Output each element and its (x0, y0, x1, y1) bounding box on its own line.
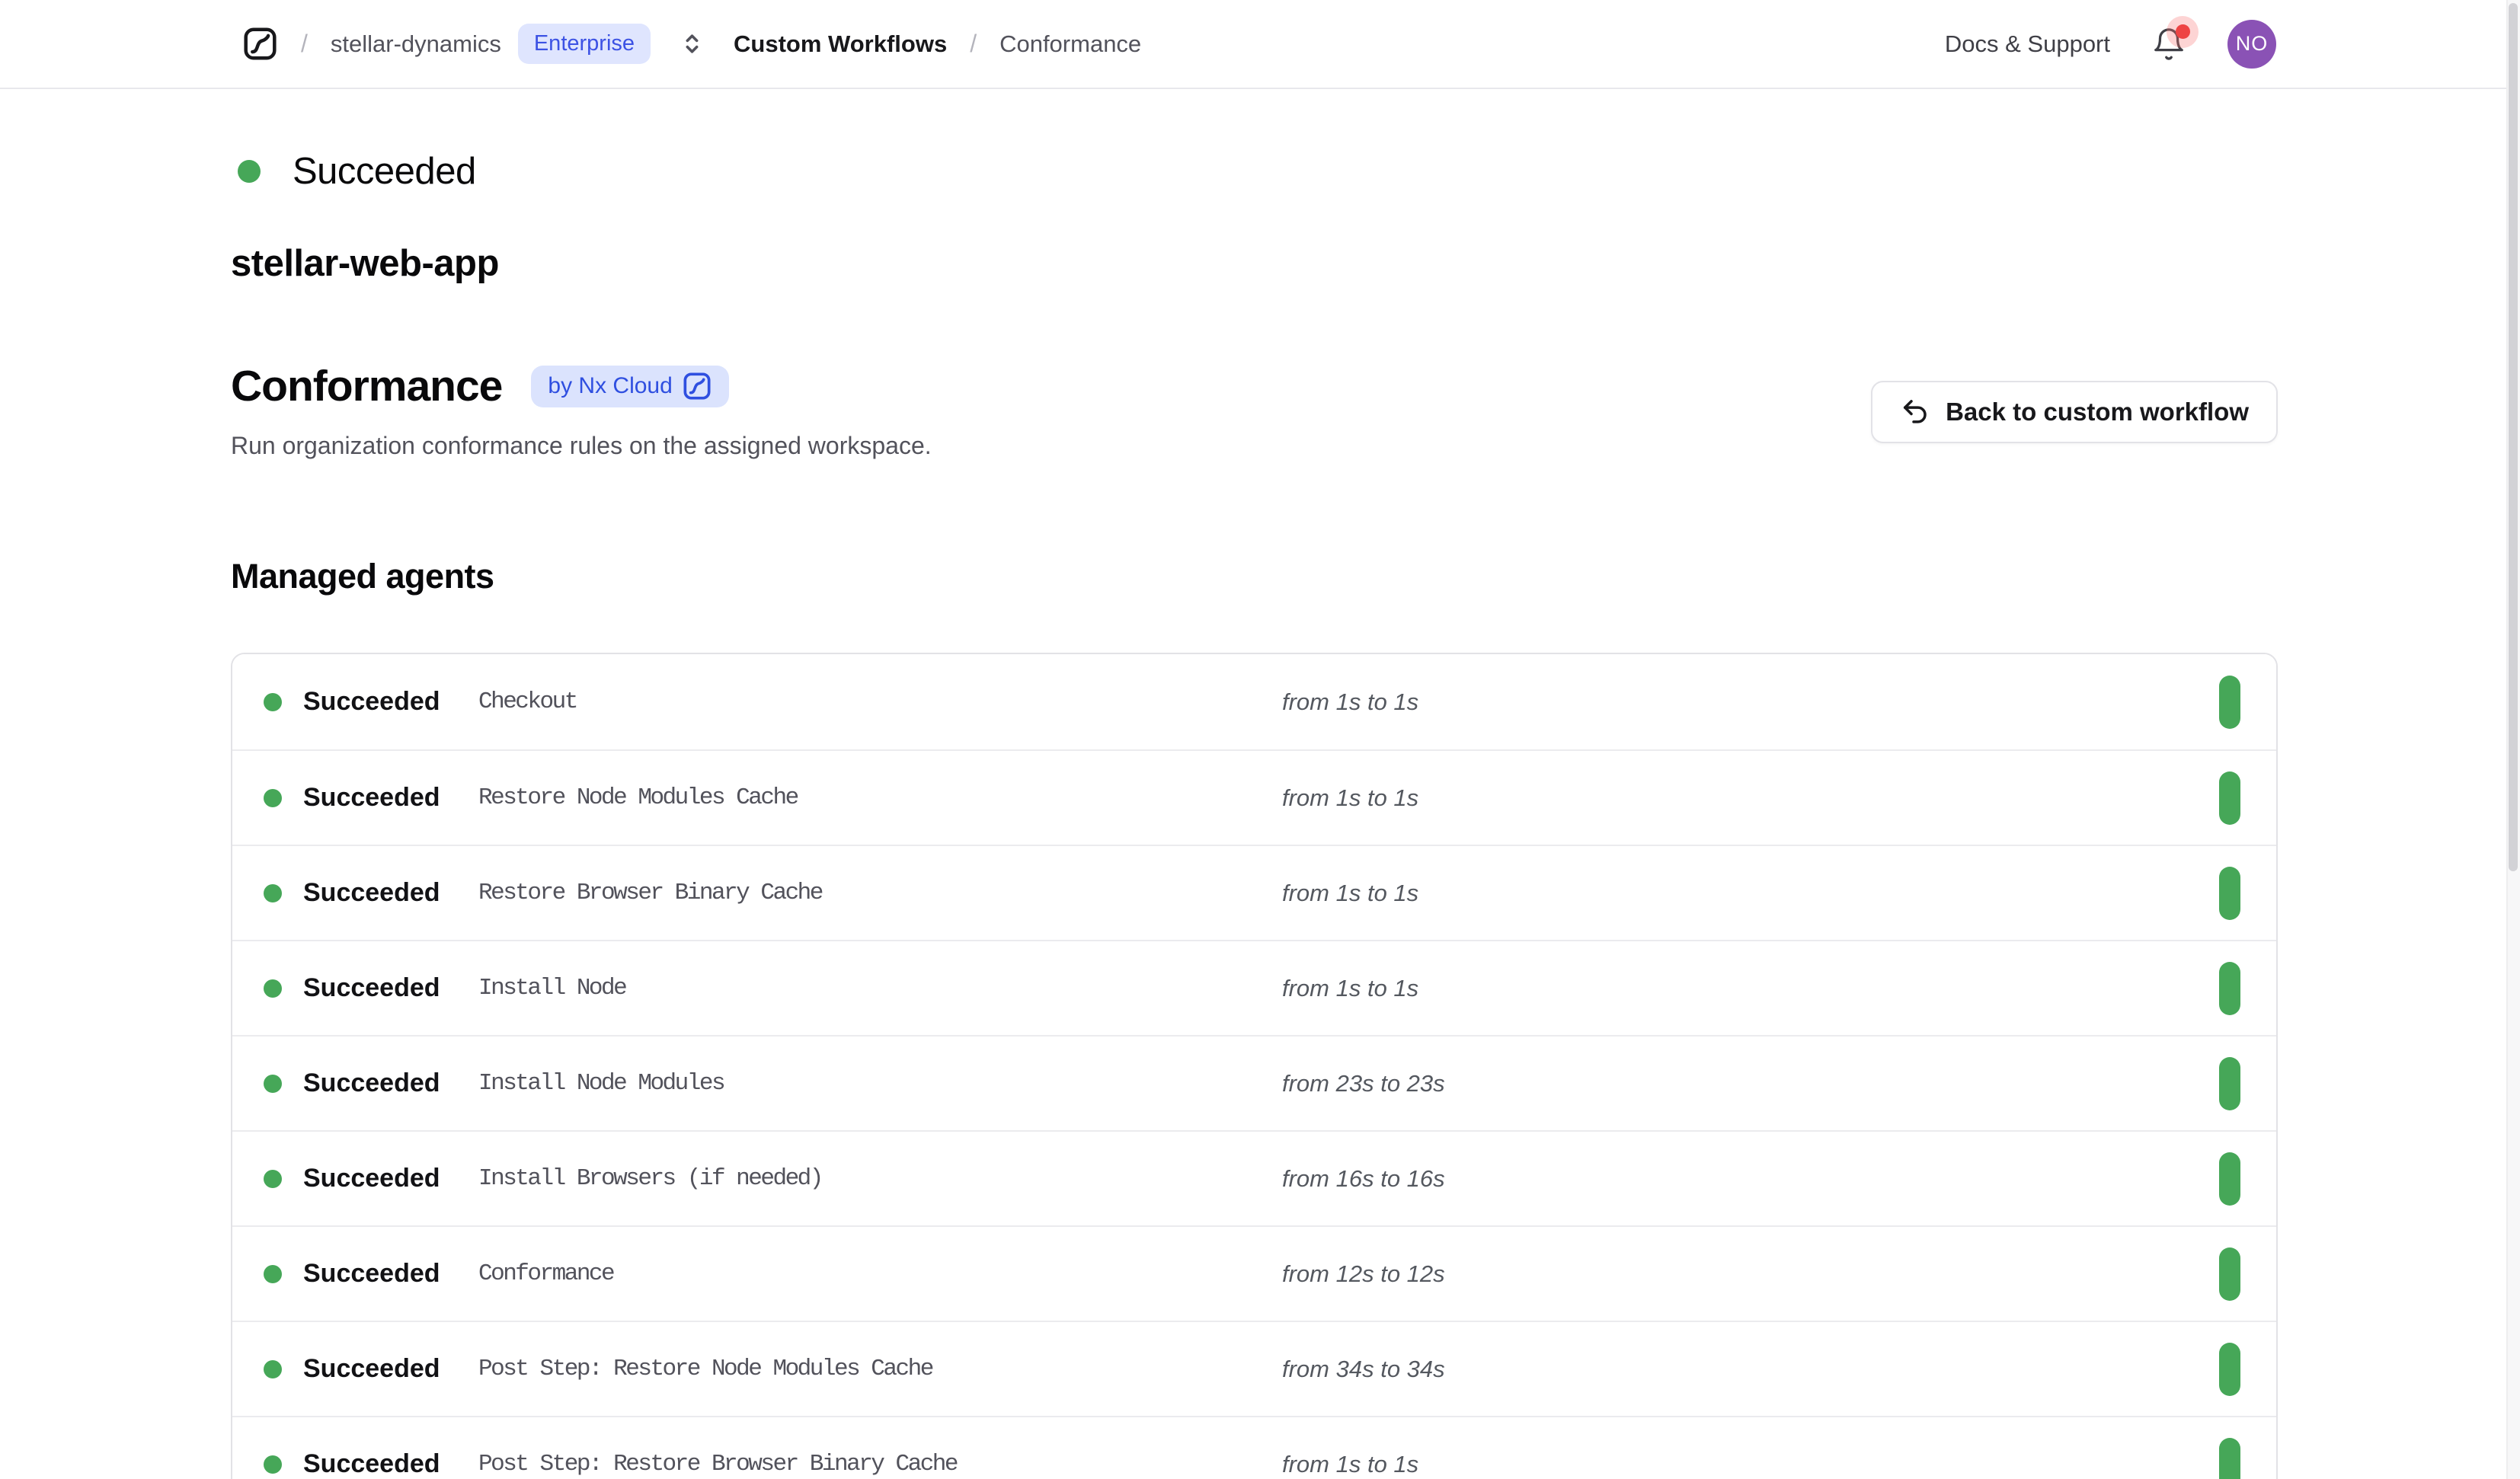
breadcrumb-page: Conformance (999, 30, 1141, 58)
step-status-label: Succeeded (303, 687, 478, 717)
breadcrumb: / stellar-dynamics Enterprise Custom Wor… (242, 24, 1141, 64)
step-name: Install Node Modules (478, 1070, 1282, 1097)
run-status: Succeeded (238, 149, 476, 193)
step-status-label: Succeeded (303, 878, 478, 908)
step-status-label: Succeeded (303, 1164, 478, 1193)
by-nx-cloud-label: by Nx Cloud (548, 373, 672, 399)
step-status-label: Succeeded (303, 1449, 478, 1479)
step-row[interactable]: Succeeded Install Node Modules from 23s … (232, 1035, 2276, 1130)
managed-agents-heading: Managed agents (231, 557, 494, 596)
step-success-dot (264, 1170, 282, 1188)
step-success-dot (264, 979, 282, 998)
nx-logo-icon (682, 371, 712, 401)
notification-red-dot (2176, 24, 2190, 39)
step-timeline-bar (2219, 1247, 2240, 1301)
step-status-label: Succeeded (303, 1259, 478, 1289)
step-status-label: Succeeded (303, 1069, 478, 1098)
step-row[interactable]: Succeeded Conformance from 12s to 12s (232, 1225, 2276, 1321)
step-timeline-bar (2219, 962, 2240, 1015)
breadcrumb-separator: / (970, 30, 977, 58)
notifications-bell-icon[interactable] (2151, 27, 2186, 62)
step-time-range: from 12s to 12s (1282, 1260, 1445, 1288)
step-status-label: Succeeded (303, 1354, 478, 1384)
step-name: Restore Browser Binary Cache (478, 880, 1282, 906)
undo-arrow-icon (1900, 397, 1930, 427)
managed-agents-card: Succeeded Checkout from 1s to 1s Succeed… (231, 653, 2278, 1479)
step-time-range: from 1s to 1s (1282, 1451, 1418, 1478)
chevrons-up-down-icon[interactable] (678, 30, 706, 58)
step-name: Install Browsers (if needed) (478, 1165, 1282, 1192)
step-timeline-bar (2219, 1152, 2240, 1206)
breadcrumb-section[interactable]: Custom Workflows (734, 30, 947, 58)
workflow-header-left: Conformance by Nx Cloud Run organization… (231, 361, 932, 460)
step-name: Post Step: Restore Node Modules Cache (478, 1356, 1282, 1382)
step-time-range: from 1s to 1s (1282, 784, 1418, 812)
step-time-range: from 34s to 34s (1282, 1356, 1445, 1383)
step-timeline-bar (2219, 1343, 2240, 1396)
managed-agents-list: Succeeded Checkout from 1s to 1s Succeed… (232, 654, 2276, 1479)
step-success-dot (264, 1455, 282, 1474)
step-timeline-bar (2219, 1438, 2240, 1479)
workflow-description: Run organization conformance rules on th… (231, 432, 932, 460)
step-status-label: Succeeded (303, 783, 478, 813)
user-avatar[interactable]: NO (2227, 20, 2276, 69)
step-row[interactable]: Succeeded Restore Browser Binary Cache f… (232, 845, 2276, 940)
breadcrumb-org[interactable]: stellar-dynamics (331, 30, 501, 58)
step-time-range: from 23s to 23s (1282, 1070, 1445, 1097)
step-success-dot (264, 1360, 282, 1378)
step-timeline-bar (2219, 867, 2240, 920)
step-success-dot (264, 693, 282, 711)
top-bar: / stellar-dynamics Enterprise Custom Wor… (0, 0, 2520, 89)
step-name: Post Step: Restore Browser Binary Cache (478, 1451, 1282, 1477)
docs-support-link[interactable]: Docs & Support (1945, 30, 2110, 58)
step-time-range: from 1s to 1s (1282, 975, 1418, 1002)
step-name: Install Node (478, 975, 1282, 1001)
nx-logo-icon[interactable] (242, 26, 278, 62)
step-name: Checkout (478, 688, 1282, 715)
back-to-custom-workflow-button[interactable]: Back to custom workflow (1871, 381, 2278, 443)
by-nx-cloud-badge[interactable]: by Nx Cloud (531, 366, 728, 407)
step-time-range: from 1s to 1s (1282, 688, 1418, 716)
step-success-dot (264, 1075, 282, 1093)
step-row[interactable]: Succeeded Restore Node Modules Cache fro… (232, 749, 2276, 845)
step-timeline-bar (2219, 1057, 2240, 1110)
step-time-range: from 1s to 1s (1282, 880, 1418, 907)
scrollbar-track (2506, 0, 2520, 1479)
step-name: Conformance (478, 1260, 1282, 1287)
step-status-label: Succeeded (303, 973, 478, 1003)
top-bar-actions: Docs & Support NO (1945, 20, 2276, 69)
step-success-dot (264, 884, 282, 902)
step-row[interactable]: Succeeded Install Browsers (if needed) f… (232, 1130, 2276, 1225)
step-row[interactable]: Succeeded Post Step: Restore Node Module… (232, 1321, 2276, 1416)
nx-cloud-workflow-page: / stellar-dynamics Enterprise Custom Wor… (0, 0, 2520, 1479)
back-button-label: Back to custom workflow (1946, 398, 2249, 426)
step-timeline-bar (2219, 771, 2240, 825)
step-time-range: from 16s to 16s (1282, 1165, 1445, 1193)
step-row[interactable]: Succeeded Install Node from 1s to 1s (232, 940, 2276, 1035)
plan-badge: Enterprise (518, 24, 651, 64)
status-label: Succeeded (293, 150, 476, 193)
step-row[interactable]: Succeeded Post Step: Restore Browser Bin… (232, 1416, 2276, 1479)
breadcrumb-separator: / (301, 30, 308, 58)
scrollbar-thumb[interactable] (2509, 3, 2518, 871)
step-timeline-bar (2219, 676, 2240, 729)
status-success-dot (238, 160, 261, 183)
workflow-title: Conformance (231, 361, 502, 411)
step-name: Restore Node Modules Cache (478, 784, 1282, 811)
workspace-title: stellar-web-app (231, 242, 499, 285)
workflow-header: Conformance by Nx Cloud Run organization… (231, 361, 2278, 460)
step-row[interactable]: Succeeded Checkout from 1s to 1s (232, 654, 2276, 749)
step-success-dot (264, 789, 282, 807)
step-success-dot (264, 1265, 282, 1283)
